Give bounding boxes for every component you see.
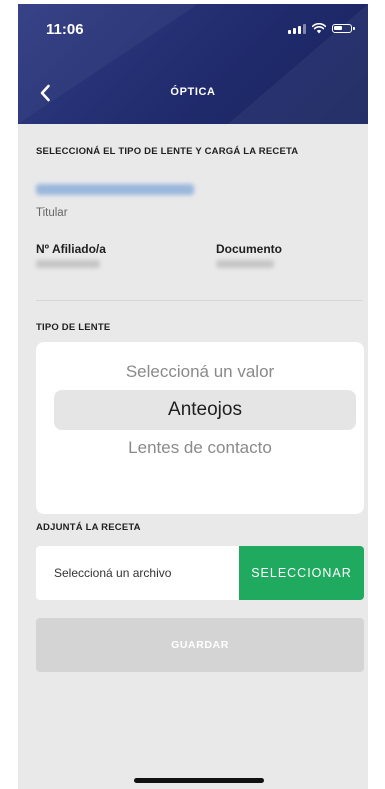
page-title: ÓPTICA	[170, 86, 216, 98]
lens-type-picker[interactable]: Seleccioná un valor Anteojos Lentes de c…	[36, 342, 364, 514]
lens-type-label: TIPO DE LENTE	[36, 322, 111, 333]
picker-option-contact-lenses[interactable]: Lentes de contacto	[36, 438, 364, 458]
affiliate-value-redacted	[36, 260, 100, 268]
picker-option-placeholder[interactable]: Seleccioná un valor	[36, 362, 364, 382]
document-value-redacted	[216, 260, 274, 268]
attachment-label: ADJUNTÁ LA RECETA	[36, 522, 141, 533]
signal-icon	[288, 23, 306, 34]
status-time: 11:06	[46, 21, 84, 38]
file-picker: Seleccioná un archivo SELECCIONAR	[36, 546, 364, 600]
home-indicator	[134, 778, 264, 783]
header-decoration-right	[228, 4, 368, 124]
select-file-button[interactable]: SELECCIONAR	[239, 546, 364, 600]
file-input[interactable]: Seleccioná un archivo	[36, 546, 239, 600]
picker-option-selected[interactable]: Anteojos	[54, 390, 356, 430]
section-divider	[36, 300, 362, 301]
holder-role: Titular	[36, 207, 68, 219]
holder-name-redacted	[36, 184, 194, 195]
form-heading: SELECCIONÁ EL TIPO DE LENTE Y CARGÁ LA R…	[36, 146, 299, 157]
app-header: 11:06 ÓPTICA	[18, 4, 368, 124]
affiliate-label: Nº Afiliado/a	[36, 242, 106, 256]
status-icons	[288, 23, 355, 34]
wifi-icon	[312, 23, 326, 34]
save-button[interactable]: GUARDAR	[36, 618, 364, 672]
document-label: Documento	[216, 242, 282, 256]
app-screen: 11:06 ÓPTICA SELECCIONÁ EL TIPO DE LENTE…	[18, 4, 368, 789]
battery-icon	[332, 24, 355, 33]
